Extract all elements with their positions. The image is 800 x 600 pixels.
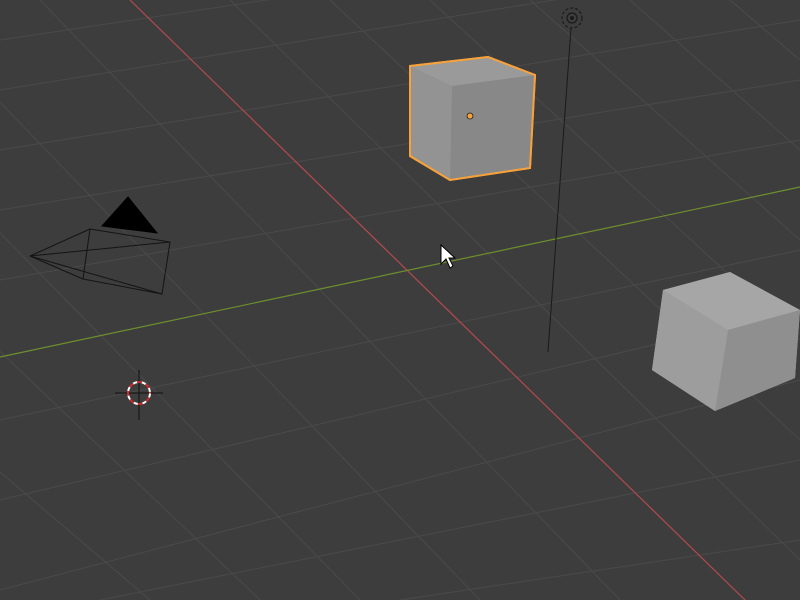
crosshair-icon[interactable] [115,370,163,420]
cube[interactable] [652,272,800,411]
viewport-scene[interactable] [0,0,800,600]
selected-cube[interactable] [409,55,537,182]
3d-viewport[interactable] [0,0,800,600]
camera-icon[interactable] [29,196,171,295]
object-origin [466,112,474,120]
